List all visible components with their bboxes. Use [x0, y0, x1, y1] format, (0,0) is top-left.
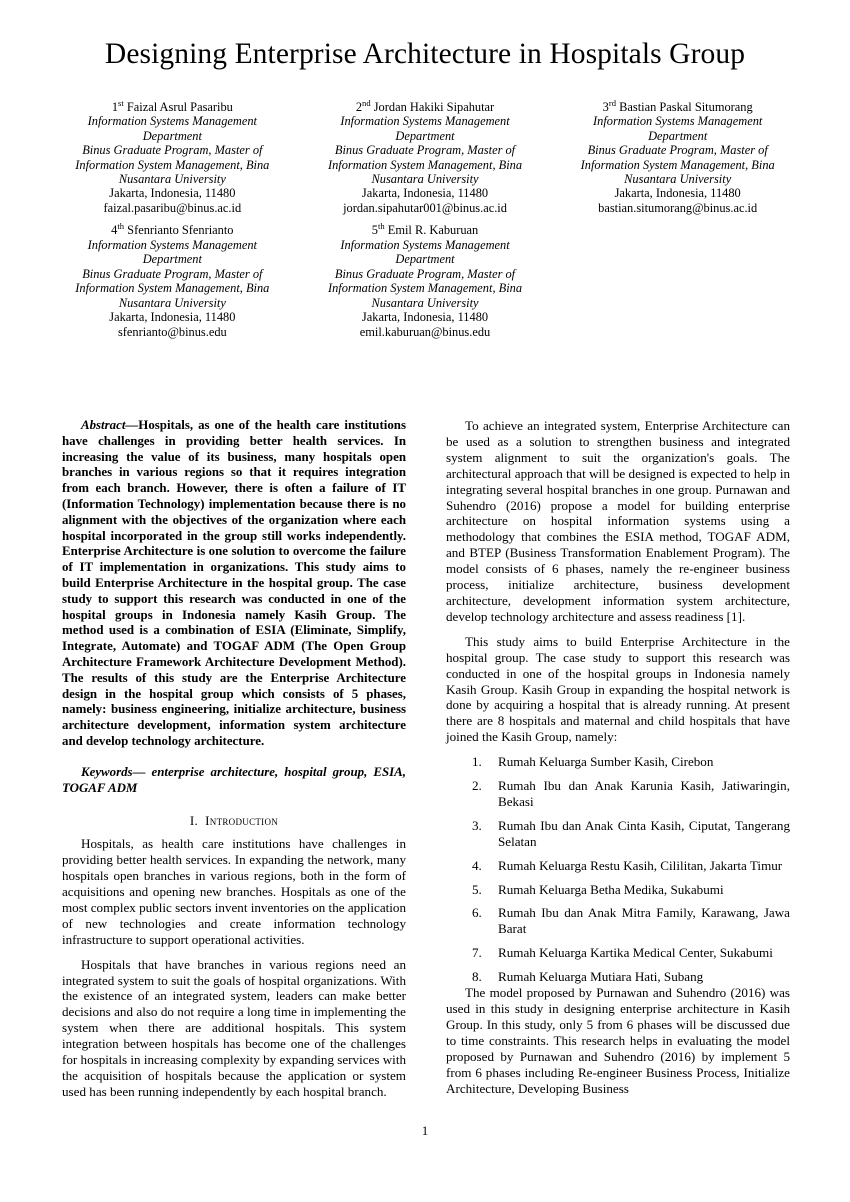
author-2-dept-line1: Information Systems Management: [340, 114, 510, 129]
hospital-list: Rumah Keluarga Sumber Kasih, Cirebon Rum…: [446, 754, 790, 985]
author-2: 2nd Jordan Hakiki Sipahutar Information …: [299, 97, 552, 216]
author-5-fullname: Emil R. Kaburuan: [387, 223, 479, 238]
author-2-ordinal-suffix: nd: [362, 97, 371, 108]
list-item: Rumah Ibu dan Anak Karunia Kasih, Jatiwa…: [472, 778, 790, 809]
author-5-dept-line2: Department: [395, 252, 455, 267]
author-4-org-line3: Nusantara University: [118, 295, 226, 310]
author-1-location: Jakarta, Indonesia, 11480: [109, 186, 236, 201]
author-3-name: 3rd Bastian Paskal Situmorang: [557, 97, 798, 114]
author-3-org-line3: Nusantara University: [624, 172, 732, 187]
author-1-name: 1st Faizal Asrul Pasaribu: [52, 97, 293, 114]
author-3-email[interactable]: bastian.situmorang@binus.ac.id: [557, 201, 798, 215]
list-item: Rumah Keluarga Mutiara Hati, Subang: [472, 969, 704, 985]
author-4-dept-line1: Information Systems Management: [87, 237, 257, 252]
author-1-email[interactable]: faizal.pasaribu@binus.ac.id: [52, 201, 293, 215]
author-4-email[interactable]: sfenrianto@binus.edu: [52, 325, 293, 339]
author-3-org-line2: Information System Management, Bina: [580, 157, 775, 172]
intro-paragraph-4: This study aims to build Enterprise Arch…: [446, 633, 790, 745]
paper-page: Designing Enterprise Architecture in Hos…: [0, 0, 850, 1202]
author-1-fullname: Faizal Asrul Pasaribu: [126, 99, 233, 114]
list-item: Rumah Ibu dan Anak Mitra Family, Karawan…: [472, 905, 790, 937]
author-4-org-line2: Information System Management, Bina: [75, 281, 270, 296]
author-2-name: 2nd Jordan Hakiki Sipahutar: [305, 97, 546, 114]
author-1-ordinal-suffix: st: [118, 97, 124, 108]
author-2-location: Jakarta, Indonesia, 11480: [361, 186, 489, 201]
author-4-location: Jakarta, Indonesia, 11480: [109, 310, 236, 325]
author-2-org-line1: Binus Graduate Program, Master of: [334, 143, 516, 158]
author-3-fullname: Bastian Paskal Situmorang: [619, 99, 753, 114]
author-block: 1st Faizal Asrul Pasaribu Information Sy…: [0, 97, 850, 339]
author-3-location: Jakarta, Indonesia, 11480: [614, 186, 741, 201]
author-2-email[interactable]: jordan.sipahutar001@binus.ac.id: [305, 201, 546, 215]
author-5: 5th Emil R. Kaburuan Information Systems…: [299, 221, 552, 339]
author-3-dept-line1: Information Systems Management: [593, 114, 763, 129]
author-1-dept-line2: Department: [142, 128, 202, 143]
author-3-org-line1: Binus Graduate Program, Master of: [587, 143, 768, 158]
author-4-dept-line2: Department: [142, 252, 202, 267]
author-3: 3rd Bastian Paskal Situmorang Informatio…: [551, 97, 804, 216]
author-1: 1st Faizal Asrul Pasaribu Information Sy…: [46, 97, 299, 216]
intro-paragraph-2: Hospitals that have branches in various …: [62, 956, 406, 1099]
author-1-org-line3: Nusantara University: [118, 172, 226, 187]
author-5-org-line1: Binus Graduate Program, Master of: [334, 266, 516, 281]
author-row-2: 4th Sfenrianto Sfenrianto Information Sy…: [46, 221, 804, 339]
author-5-location: Jakarta, Indonesia, 11480: [361, 310, 489, 325]
intro-paragraph-1: Hospitals, as health care institutions h…: [62, 836, 406, 947]
author-2-org-line3: Nusantara University: [371, 172, 479, 187]
author-1-dept-line1: Information Systems Management: [87, 114, 257, 129]
keywords-paragraph: Keywords— enterprise architecture, hospi…: [62, 764, 406, 795]
intro-paragraph-5: The model proposed by Purnawan and Suhen…: [446, 985, 790, 1096]
list-item: Rumah Keluarga Betha Medika, Sukabumi: [472, 881, 724, 898]
page-number: 1: [421, 1124, 429, 1138]
abstract-label: Abstract—: [81, 418, 139, 432]
abstract-text: Hospitals, as one of the health care ins…: [62, 418, 406, 748]
author-5-org-line3: Nusantara University: [371, 295, 479, 310]
author-4-org-line1: Binus Graduate Program, Master of: [82, 266, 263, 281]
list-item: Rumah Keluarga Sumber Kasih, Cirebon: [472, 754, 714, 770]
author-4-ordinal-suffix: th: [117, 221, 125, 232]
author-3-ordinal-suffix: rd: [608, 97, 617, 108]
author-4-fullname: Sfenrianto Sfenrianto: [127, 223, 234, 238]
author-5-email[interactable]: emil.kaburuan@binus.edu: [305, 325, 546, 339]
right-column: To achieve an integrated system, Enterpr…: [446, 418, 790, 1100]
section-title: Introduction: [205, 813, 279, 829]
author-5-ordinal-suffix: th: [377, 221, 385, 232]
author-4-name: 4th Sfenrianto Sfenrianto: [52, 221, 293, 238]
list-item: Rumah Keluarga Kartika Medical Center, S…: [472, 945, 773, 961]
author-3-dept-line2: Department: [648, 128, 708, 143]
section-heading-introduction: I. Introduction: [62, 813, 406, 829]
section-numeral: I.: [189, 813, 199, 829]
author-5-dept-line1: Information Systems Management: [340, 237, 510, 252]
author-4: 4th Sfenrianto Sfenrianto Information Sy…: [46, 221, 299, 339]
list-item: Rumah Keluarga Restu Kasih, Cililitan, J…: [472, 857, 783, 874]
author-5-name: 5th Emil R. Kaburuan: [305, 221, 546, 238]
intro-paragraph-3: To achieve an integrated system, Enterpr…: [446, 418, 790, 624]
author-1-org-line1: Binus Graduate Program, Master of: [82, 143, 263, 158]
author-2-dept-line2: Department: [395, 128, 455, 143]
abstract-paragraph: Abstract—Hospitals, as one of the health…: [62, 418, 406, 750]
author-1-org-line2: Information System Management, Bina: [75, 157, 270, 172]
body-columns: Abstract—Hospitals, as one of the health…: [62, 418, 790, 1100]
author-row-1: 1st Faizal Asrul Pasaribu Information Sy…: [46, 97, 804, 216]
author-2-fullname: Jordan Hakiki Sipahutar: [373, 99, 495, 114]
page-title: Designing Enterprise Architecture in Hos…: [104, 38, 746, 70]
left-column: Abstract—Hospitals, as one of the health…: [62, 418, 406, 1100]
list-item: Rumah Ibu dan Anak Cinta Kasih, Ciputat,…: [472, 817, 790, 849]
author-2-org-line2: Information System Management, Bina: [327, 157, 523, 172]
author-5-org-line2: Information System Management, Bina: [327, 281, 523, 296]
